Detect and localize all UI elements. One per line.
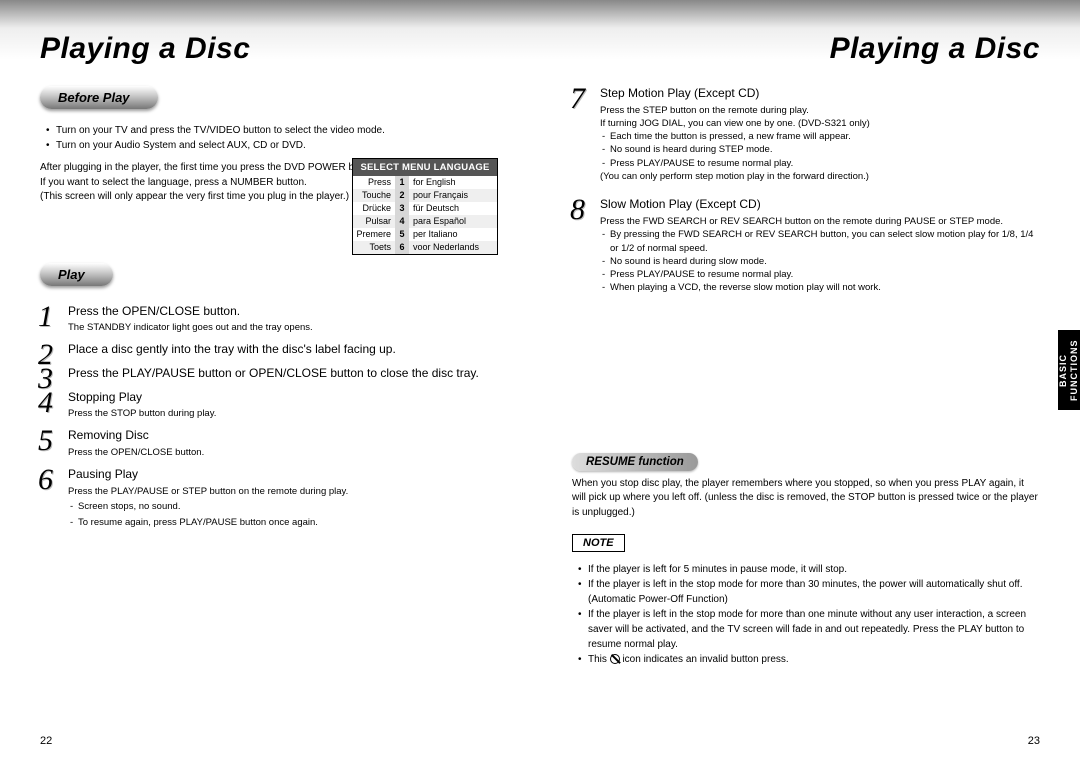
step-3: 3Press the PLAY/PAUSE button or OPEN/CLO… [40, 366, 508, 382]
step-title: Press the PLAY/PAUSE button or OPEN/CLOS… [68, 366, 508, 382]
step-body-line: If turning JOG DIAL, you can view one by… [600, 117, 1040, 130]
step-title: Removing Disc [68, 428, 508, 444]
step-title: Stopping Play [68, 390, 508, 406]
step-body-line: No sound is heard during STEP mode. [600, 143, 1040, 156]
resume-function-body: When you stop disc play, the player reme… [572, 477, 1040, 521]
step-number: 4 [38, 386, 53, 420]
page-title-left: Playing a Disc [40, 32, 508, 66]
right-page: Playing a Disc 7 Step Motion Play (Excep… [540, 0, 1080, 765]
left-page: Playing a Disc Before Play Turn on your … [0, 0, 540, 765]
note-item: If the player is left for 5 minutes in p… [578, 562, 1040, 577]
step-7: 7 Step Motion Play (Except CD) Press the… [572, 86, 1040, 183]
before-bullet: Turn on your Audio System and select AUX… [46, 138, 508, 153]
step-number: 6 [38, 463, 53, 497]
step-body-line: No sound is heard during slow mode. [600, 255, 1040, 268]
step-title: Pausing Play [68, 467, 508, 483]
step-body-line: Press PLAY/PAUSE to resume normal play. [600, 268, 1040, 281]
step-body-line: Press the OPEN/CLOSE button. [68, 446, 508, 459]
step-body-line: Press the FWD SEARCH or REV SEARCH butto… [600, 215, 1040, 228]
play-pill: Play [40, 263, 113, 286]
note-item: This icon indicates an invalid button pr… [578, 652, 1040, 667]
step-8: 8 Slow Motion Play (Except CD) Press the… [572, 197, 1040, 294]
step-body-line: Press the STEP button on the remote duri… [600, 104, 1040, 117]
before-bullet: Turn on your TV and press the TV/VIDEO b… [46, 123, 508, 138]
note-item: If the player is left in the stop mode f… [578, 607, 1040, 652]
page-number-left: 22 [40, 735, 52, 747]
note-item: If the player is left in the stop mode f… [578, 577, 1040, 607]
before-play-pill: Before Play [40, 86, 158, 109]
resume-function-head: RESUME function [572, 453, 698, 471]
step-title: Place a disc gently into the tray with t… [68, 342, 508, 358]
step-body-line: The STANDBY indicator light goes out and… [68, 321, 508, 334]
step-body-line: (You can only perform step motion play i… [600, 170, 1040, 183]
language-menu-head: SELECT MENU LANGUAGE [353, 159, 497, 176]
step-number: 5 [38, 424, 53, 458]
step-title: Press the OPEN/CLOSE button. [68, 304, 508, 320]
prohibit-icon [610, 654, 620, 664]
step-1: 1Press the OPEN/CLOSE button.The STANDBY… [40, 304, 508, 335]
step-number: 7 [570, 82, 585, 116]
step-number: 8 [570, 193, 585, 227]
step-body-line: When playing a VCD, the reverse slow mot… [600, 281, 1040, 294]
step-title: Step Motion Play (Except CD) [600, 86, 1040, 102]
step-body-line: Screen stops, no sound. [68, 500, 508, 513]
note-list: If the player is left for 5 minutes in p… [578, 562, 1040, 667]
step-body-line: Press PLAY/PAUSE to resume normal play. [600, 157, 1040, 170]
page-title-right: Playing a Disc [572, 32, 1040, 66]
step-4: 4Stopping PlayPress the STOP button duri… [40, 390, 508, 421]
step-body-line: Press the PLAY/PAUSE or STEP button on t… [68, 485, 508, 498]
before-play-bullets: Turn on your TV and press the TV/VIDEO b… [46, 123, 508, 153]
step-body-line: Press the STOP button during play. [68, 407, 508, 420]
step-6: 6Pausing PlayPress the PLAY/PAUSE or STE… [40, 467, 508, 528]
side-tab-basic-functions: BASIC FUNCTIONS [1058, 330, 1080, 410]
step-5: 5Removing DiscPress the OPEN/CLOSE butto… [40, 428, 508, 459]
step-title: Slow Motion Play (Except CD) [600, 197, 1040, 213]
step-number: 1 [38, 300, 53, 334]
step-body-line: To resume again, press PLAY/PAUSE button… [68, 516, 508, 529]
step-body-line: By pressing the FWD SEARCH or REV SEARCH… [600, 228, 1040, 255]
language-menu-box: SELECT MENU LANGUAGE Press1for English T… [352, 158, 498, 255]
step-body-line: Each time the button is pressed, a new f… [600, 130, 1040, 143]
note-head: NOTE [572, 534, 625, 552]
step-2: 2Place a disc gently into the tray with … [40, 342, 508, 358]
page-number-right: 23 [1028, 735, 1040, 747]
